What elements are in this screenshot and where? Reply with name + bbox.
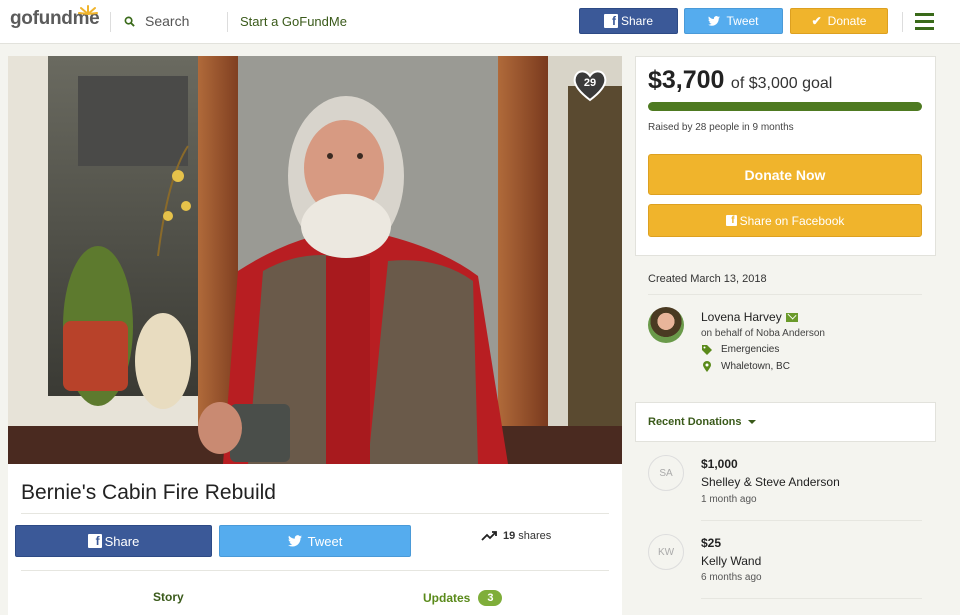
divider bbox=[701, 598, 922, 599]
tweet-label: Tweet bbox=[726, 14, 759, 28]
tab-updates[interactable]: Updates 3 bbox=[423, 590, 503, 606]
header-tweet-button[interactable]: Tweet bbox=[684, 8, 783, 34]
campaign-tweet-button[interactable]: Tweet bbox=[219, 525, 411, 557]
donor-name: Kelly Wand bbox=[701, 554, 762, 568]
organizer-name-text: Lovena Harvey bbox=[701, 310, 782, 324]
amount-raised: $3,700 of $3,000 goal bbox=[648, 66, 832, 95]
caret-down-icon bbox=[747, 420, 756, 424]
divider bbox=[902, 12, 903, 32]
organizer-name[interactable]: Lovena Harvey bbox=[701, 310, 798, 324]
recent-donations-toggle[interactable]: Recent Donations bbox=[648, 416, 756, 428]
raised-amount: $3,700 bbox=[648, 66, 725, 94]
goal-text: of $3,000 goal bbox=[730, 75, 833, 92]
progress-bar bbox=[648, 102, 922, 111]
donate-now-button[interactable]: Donate Now bbox=[648, 154, 922, 195]
location-row: Whaletown, BC bbox=[701, 361, 790, 372]
heart-count-badge[interactable]: 29 bbox=[572, 68, 608, 102]
tab-story[interactable]: Story bbox=[153, 590, 184, 604]
trending-icon bbox=[481, 531, 497, 541]
donation-amount: $1,000 bbox=[701, 457, 738, 471]
on-behalf-of: on behalf of Noba Anderson bbox=[701, 328, 825, 339]
search-label: Search bbox=[145, 13, 190, 29]
share-facebook-label: Share on Facebook bbox=[739, 213, 845, 228]
start-gofundme-link[interactable]: Start a GoFundMe bbox=[240, 14, 347, 29]
search-icon bbox=[124, 16, 135, 27]
facebook-icon: f bbox=[725, 215, 737, 226]
facebook-icon: f bbox=[603, 14, 618, 28]
donation-time: 1 month ago bbox=[701, 494, 757, 505]
twitter-icon bbox=[287, 535, 302, 547]
logo-fund: fund bbox=[32, 8, 73, 29]
top-navigation: gofundme Search Start a GoFundMe f Share… bbox=[0, 0, 960, 44]
organizer-avatar[interactable] bbox=[648, 307, 684, 343]
envelope-icon[interactable] bbox=[785, 312, 798, 322]
divider bbox=[21, 513, 609, 514]
recent-donations-label: Recent Donations bbox=[648, 416, 742, 428]
divider bbox=[648, 294, 922, 295]
tag-icon bbox=[702, 344, 712, 355]
search-link[interactable]: Search bbox=[124, 13, 189, 29]
shares-count: 19 shares bbox=[481, 530, 551, 542]
hamburger-icon[interactable] bbox=[915, 13, 934, 34]
tweet-label: Tweet bbox=[307, 533, 343, 549]
campaign-share-button[interactable]: f Share bbox=[15, 525, 212, 557]
campaign-title: Bernie's Cabin Fire Rebuild bbox=[21, 481, 276, 504]
location-text: Whaletown, BC bbox=[721, 361, 790, 372]
created-date: Created March 13, 2018 bbox=[648, 273, 767, 285]
donor-avatar: KW bbox=[648, 534, 684, 570]
updates-count-badge: 3 bbox=[478, 590, 503, 606]
donor-avatar: SA bbox=[648, 455, 684, 491]
check-icon: ✔ bbox=[811, 14, 822, 28]
tab-updates-label: Updates bbox=[423, 591, 471, 605]
divider bbox=[701, 520, 922, 521]
divider bbox=[227, 12, 228, 32]
divider bbox=[21, 570, 609, 571]
divider bbox=[110, 12, 111, 32]
shares-word: shares bbox=[518, 530, 552, 542]
category-row[interactable]: Emergencies bbox=[701, 344, 779, 355]
raised-by-text: Raised by 28 people in 9 months bbox=[648, 122, 794, 133]
header-share-button[interactable]: f Share bbox=[579, 8, 678, 34]
campaign-photo bbox=[8, 56, 622, 464]
share-label: Share bbox=[104, 533, 140, 549]
map-pin-icon bbox=[703, 361, 711, 372]
donation-time: 6 months ago bbox=[701, 572, 762, 583]
header-donate-button[interactable]: ✔ Donate bbox=[790, 8, 888, 34]
donation-amount: $25 bbox=[701, 536, 722, 550]
heart-count: 29 bbox=[583, 77, 597, 89]
share-on-facebook-button[interactable]: f Share on Facebook bbox=[648, 204, 922, 237]
campaign-photo-illustration bbox=[8, 56, 622, 464]
donor-name: Shelley & Steve Anderson bbox=[701, 475, 840, 489]
share-label: Share bbox=[620, 14, 654, 28]
twitter-icon bbox=[708, 16, 721, 26]
shares-number: 19 bbox=[503, 530, 516, 542]
category-text: Emergencies bbox=[721, 344, 780, 355]
donate-label: Donate bbox=[827, 14, 867, 28]
progress-fill bbox=[648, 102, 922, 111]
logo-sun-icon bbox=[78, 5, 98, 15]
facebook-icon: f bbox=[87, 534, 102, 548]
logo-go: go bbox=[10, 8, 33, 29]
